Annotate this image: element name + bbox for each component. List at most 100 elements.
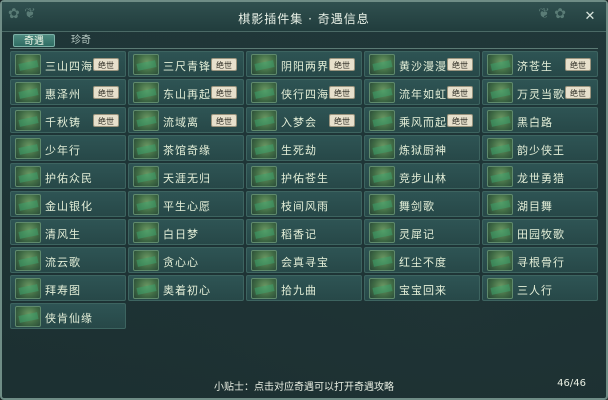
encounter-name: 金山银化 [45, 200, 93, 213]
rarity-badge: 绝世 [447, 58, 473, 71]
rarity-badge: 绝世 [565, 58, 591, 71]
footer: 小贴士：点击对应奇遇可以打开奇遇攻略 46/46 [2, 376, 606, 394]
encounter-item[interactable]: 惠泽州 绝世 [10, 79, 126, 105]
encounter-name: 炼狱厨神 [399, 144, 447, 157]
encounter-item[interactable]: 寻根骨行 [482, 247, 598, 273]
encounter-item[interactable]: 济苍生 绝世 [482, 51, 598, 77]
rarity-badge: 绝世 [329, 58, 355, 71]
tip-text: 小贴士：点击对应奇遇可以打开奇遇攻略 [214, 382, 394, 393]
rarity-badge: 绝世 [447, 114, 473, 127]
encounter-item[interactable]: 红尘不度 [364, 247, 480, 273]
encounter-scroll-icon [133, 278, 159, 299]
encounter-name: 稻香记 [281, 228, 317, 241]
encounter-item[interactable]: 茶馆奇缘 [128, 135, 244, 161]
encounter-name: 乘风而起 [399, 116, 447, 129]
encounter-item[interactable]: 奥着初心 [128, 275, 244, 301]
encounter-scroll-icon [487, 278, 513, 299]
encounter-name: 枝间风雨 [281, 200, 329, 213]
encounter-scroll-icon [15, 222, 41, 243]
encounter-item[interactable]: 枝间风雨 [246, 191, 362, 217]
encounter-scroll-icon [251, 166, 277, 187]
encounter-item[interactable]: 平生心愿 [128, 191, 244, 217]
encounter-item[interactable]: 金山银化 [10, 191, 126, 217]
encounter-item[interactable]: 侠行四海 绝世 [246, 79, 362, 105]
encounter-item[interactable]: 黄沙漫漫 绝世 [364, 51, 480, 77]
encounter-item[interactable]: 少年行 [10, 135, 126, 161]
encounter-name: 千秋铸 [45, 116, 81, 129]
encounter-item[interactable]: 田园牧歌 [482, 219, 598, 245]
encounter-name: 侠行四海 [281, 88, 329, 101]
close-icon[interactable]: ✕ [580, 7, 600, 27]
rarity-badge: 绝世 [93, 86, 119, 99]
encounter-item[interactable]: 侠肯仙缘 [10, 303, 126, 329]
encounter-scroll-icon [487, 222, 513, 243]
encounter-item[interactable]: 入梦会 绝世 [246, 107, 362, 133]
encounter-scroll-icon [369, 138, 395, 159]
encounter-scroll-icon [487, 250, 513, 271]
encounter-item[interactable]: 清风生 [10, 219, 126, 245]
tab-rarities[interactable]: 珍奇 [59, 34, 103, 47]
encounter-item[interactable]: 天涯无归 [128, 163, 244, 189]
encounter-name: 黄沙漫漫 [399, 60, 447, 73]
encounter-item[interactable]: 黑白路 [482, 107, 598, 133]
encounter-item[interactable]: 拾九曲 [246, 275, 362, 301]
encounter-item[interactable]: 千秋铸 绝世 [10, 107, 126, 133]
encounter-item[interactable]: 会真寻宝 [246, 247, 362, 273]
encounter-item[interactable]: 拜寿图 [10, 275, 126, 301]
encounter-scroll-icon [251, 82, 277, 103]
encounter-item[interactable]: 龙世勇猎 [482, 163, 598, 189]
encounter-item[interactable]: 东山再起 绝世 [128, 79, 244, 105]
encounter-item[interactable]: 阴阳两界 绝世 [246, 51, 362, 77]
rarity-badge: 绝世 [329, 86, 355, 99]
encounter-name: 黑白路 [517, 116, 553, 129]
rarity-badge: 绝世 [211, 58, 237, 71]
encounter-scroll-icon [15, 194, 41, 215]
encounter-item[interactable]: 三人行 [482, 275, 598, 301]
encounter-item[interactable]: 流域离 绝世 [128, 107, 244, 133]
rarity-badge: 绝世 [93, 58, 119, 71]
encounter-item[interactable]: 流年如虹 绝世 [364, 79, 480, 105]
encounter-item[interactable]: 三尺青锋 绝世 [128, 51, 244, 77]
encounter-name: 流云歌 [45, 256, 81, 269]
encounter-name: 流域离 [163, 116, 199, 129]
encounter-name: 天涯无归 [163, 172, 211, 185]
encounter-scroll-icon [251, 250, 277, 271]
encounter-item[interactable]: 灵犀记 [364, 219, 480, 245]
encounter-item[interactable]: 乘风而起 绝世 [364, 107, 480, 133]
encounter-item[interactable]: 舞剑歌 [364, 191, 480, 217]
encounter-item[interactable]: 护佑苍生 [246, 163, 362, 189]
encounter-item[interactable]: 流云歌 [10, 247, 126, 273]
encounter-item[interactable]: 白日梦 [128, 219, 244, 245]
encounter-scroll-icon [487, 138, 513, 159]
rarity-badge: 绝世 [93, 114, 119, 127]
encounter-item[interactable]: 湖目舞 [482, 191, 598, 217]
encounter-scroll-icon [251, 194, 277, 215]
encounter-scroll-icon [133, 194, 159, 215]
encounter-scroll-icon [133, 138, 159, 159]
tab-encounters[interactable]: 奇遇 [13, 34, 55, 47]
encounter-name: 少年行 [45, 144, 81, 157]
encounter-item[interactable]: 三山四海 绝世 [10, 51, 126, 77]
title-bar[interactable]: ✿ ❦ 棋影插件集 · 奇遇信息 ❦ ✿ ✕ [2, 2, 606, 32]
rarity-badge: 绝世 [211, 114, 237, 127]
encounter-name: 茶馆奇缘 [163, 144, 211, 157]
encounter-scroll-icon [133, 82, 159, 103]
encounter-name: 韵少侠王 [517, 144, 565, 157]
encounter-item[interactable]: 万灵当歌 绝世 [482, 79, 598, 105]
encounter-name: 白日梦 [163, 228, 199, 241]
encounter-name: 红尘不度 [399, 256, 447, 269]
encounter-name: 湖目舞 [517, 200, 553, 213]
encounter-name: 侠肯仙缘 [45, 312, 93, 325]
encounter-scroll-icon [369, 278, 395, 299]
encounter-item[interactable]: 宝宝回来 [364, 275, 480, 301]
encounter-item[interactable]: 生死劫 [246, 135, 362, 161]
encounter-item[interactable]: 韵少侠王 [482, 135, 598, 161]
encounter-item[interactable]: 贪心心 [128, 247, 244, 273]
encounter-item[interactable]: 炼狱厨神 [364, 135, 480, 161]
encounter-item[interactable]: 竞步山林 [364, 163, 480, 189]
encounter-item[interactable]: 稻香记 [246, 219, 362, 245]
encounter-name: 平生心愿 [163, 200, 211, 213]
encounter-name: 万灵当歌 [517, 88, 565, 101]
rarity-badge: 绝世 [329, 114, 355, 127]
encounter-item[interactable]: 护佑众民 [10, 163, 126, 189]
